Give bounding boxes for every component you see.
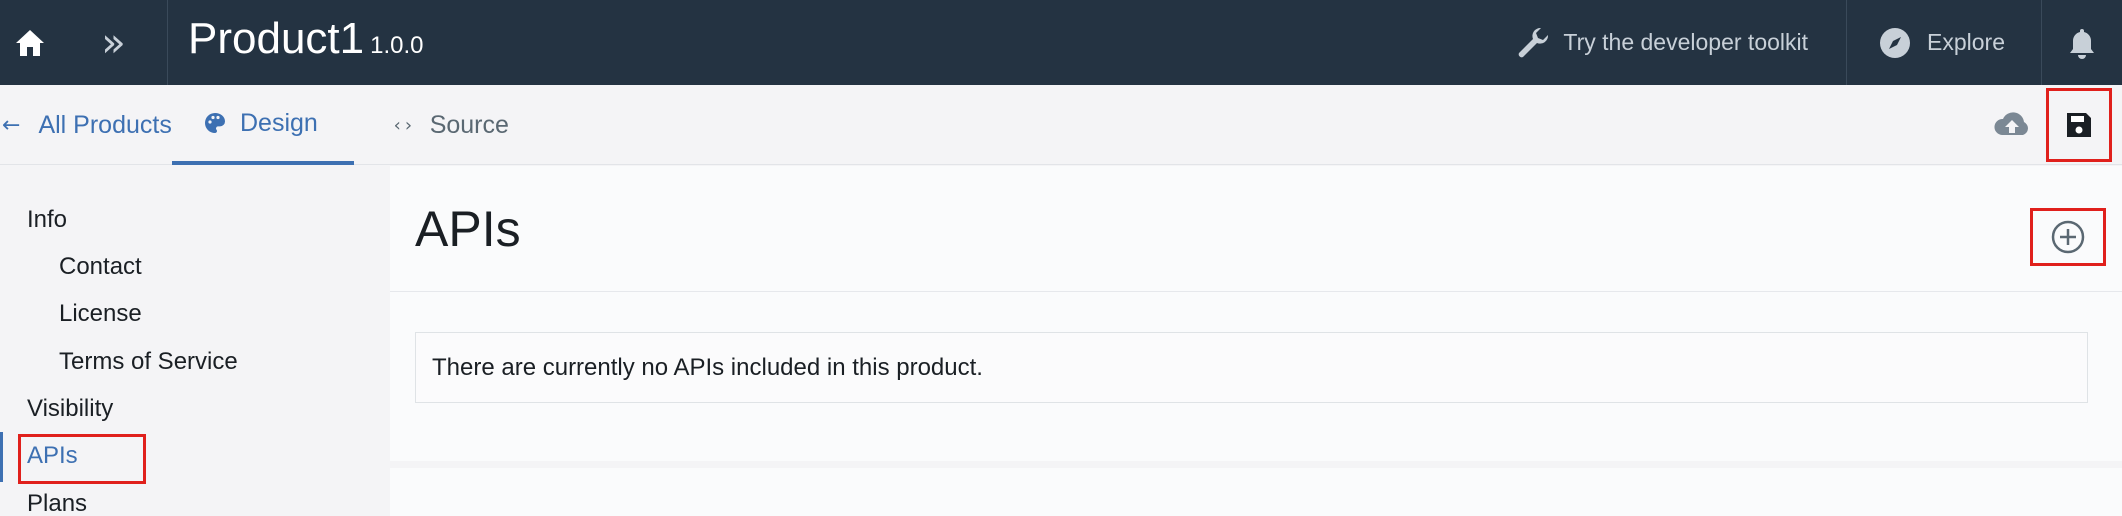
nav-item-plans[interactable]: Plans xyxy=(27,490,87,516)
upload-button[interactable] xyxy=(1990,107,2034,143)
empty-state-message: There are currently no APIs included in … xyxy=(415,332,2088,403)
main-content: APIs There are currently no APIs include… xyxy=(390,166,2122,516)
product-sections-nav: Info Contact License Terms of Service Vi… xyxy=(0,166,390,516)
save-button[interactable] xyxy=(2046,88,2112,162)
product-version: 1.0.0 xyxy=(370,32,424,59)
tab-source[interactable]: ‹› Source xyxy=(392,85,509,165)
apis-section: APIs There are currently no APIs include… xyxy=(390,166,2122,461)
wrench-icon xyxy=(1519,27,1549,57)
highlight-box xyxy=(18,434,146,484)
toolkit-label: Try the developer toolkit xyxy=(1563,29,1809,55)
nav-item-terms-of-service[interactable]: Terms of Service xyxy=(59,348,238,376)
nav-item-info[interactable]: Info xyxy=(27,206,67,234)
top-navigation-bar: » Product1 1.0.0 Try the developer toolk… xyxy=(0,0,2122,85)
palette-icon xyxy=(205,113,225,133)
page-title: APIs xyxy=(415,201,521,257)
all-products-link[interactable]: ← All Products xyxy=(0,85,172,165)
home-button[interactable] xyxy=(0,0,60,85)
save-icon xyxy=(2067,113,2091,137)
add-circle-icon xyxy=(2051,220,2085,254)
expand-menu-button[interactable]: » xyxy=(60,0,168,85)
compass-icon xyxy=(1880,27,1911,58)
nav-active-indicator xyxy=(0,432,3,482)
upload-cloud-icon xyxy=(1994,112,2028,135)
product-title: Product1 1.0.0 xyxy=(168,0,424,85)
product-name: Product1 xyxy=(188,14,365,63)
back-arrow-icon: ← xyxy=(2,112,21,138)
nav-item-visibility[interactable]: Visibility xyxy=(27,395,113,423)
code-icon: ‹› xyxy=(392,114,414,136)
bell-icon xyxy=(2070,28,2094,59)
apis-header: APIs xyxy=(390,166,2122,292)
nav-item-license[interactable]: License xyxy=(59,300,142,328)
tab-source-label: Source xyxy=(429,110,509,139)
developer-toolkit-link[interactable]: Try the developer toolkit xyxy=(1485,0,1848,85)
editor-toolbar: ← All Products Design ‹› Source xyxy=(0,85,2122,165)
notifications-button[interactable] xyxy=(2042,0,2122,85)
nav-item-contact[interactable]: Contact xyxy=(59,253,142,281)
next-section xyxy=(390,468,2122,516)
all-products-label: All Products xyxy=(38,110,172,139)
home-icon xyxy=(16,29,44,56)
explore-label: Explore xyxy=(1927,29,2005,55)
expand-icon: » xyxy=(101,19,126,66)
tab-design[interactable]: Design xyxy=(172,85,354,165)
tab-design-label: Design xyxy=(240,108,318,137)
explore-link[interactable]: Explore xyxy=(1847,0,2042,85)
add-api-button[interactable] xyxy=(2030,208,2106,266)
